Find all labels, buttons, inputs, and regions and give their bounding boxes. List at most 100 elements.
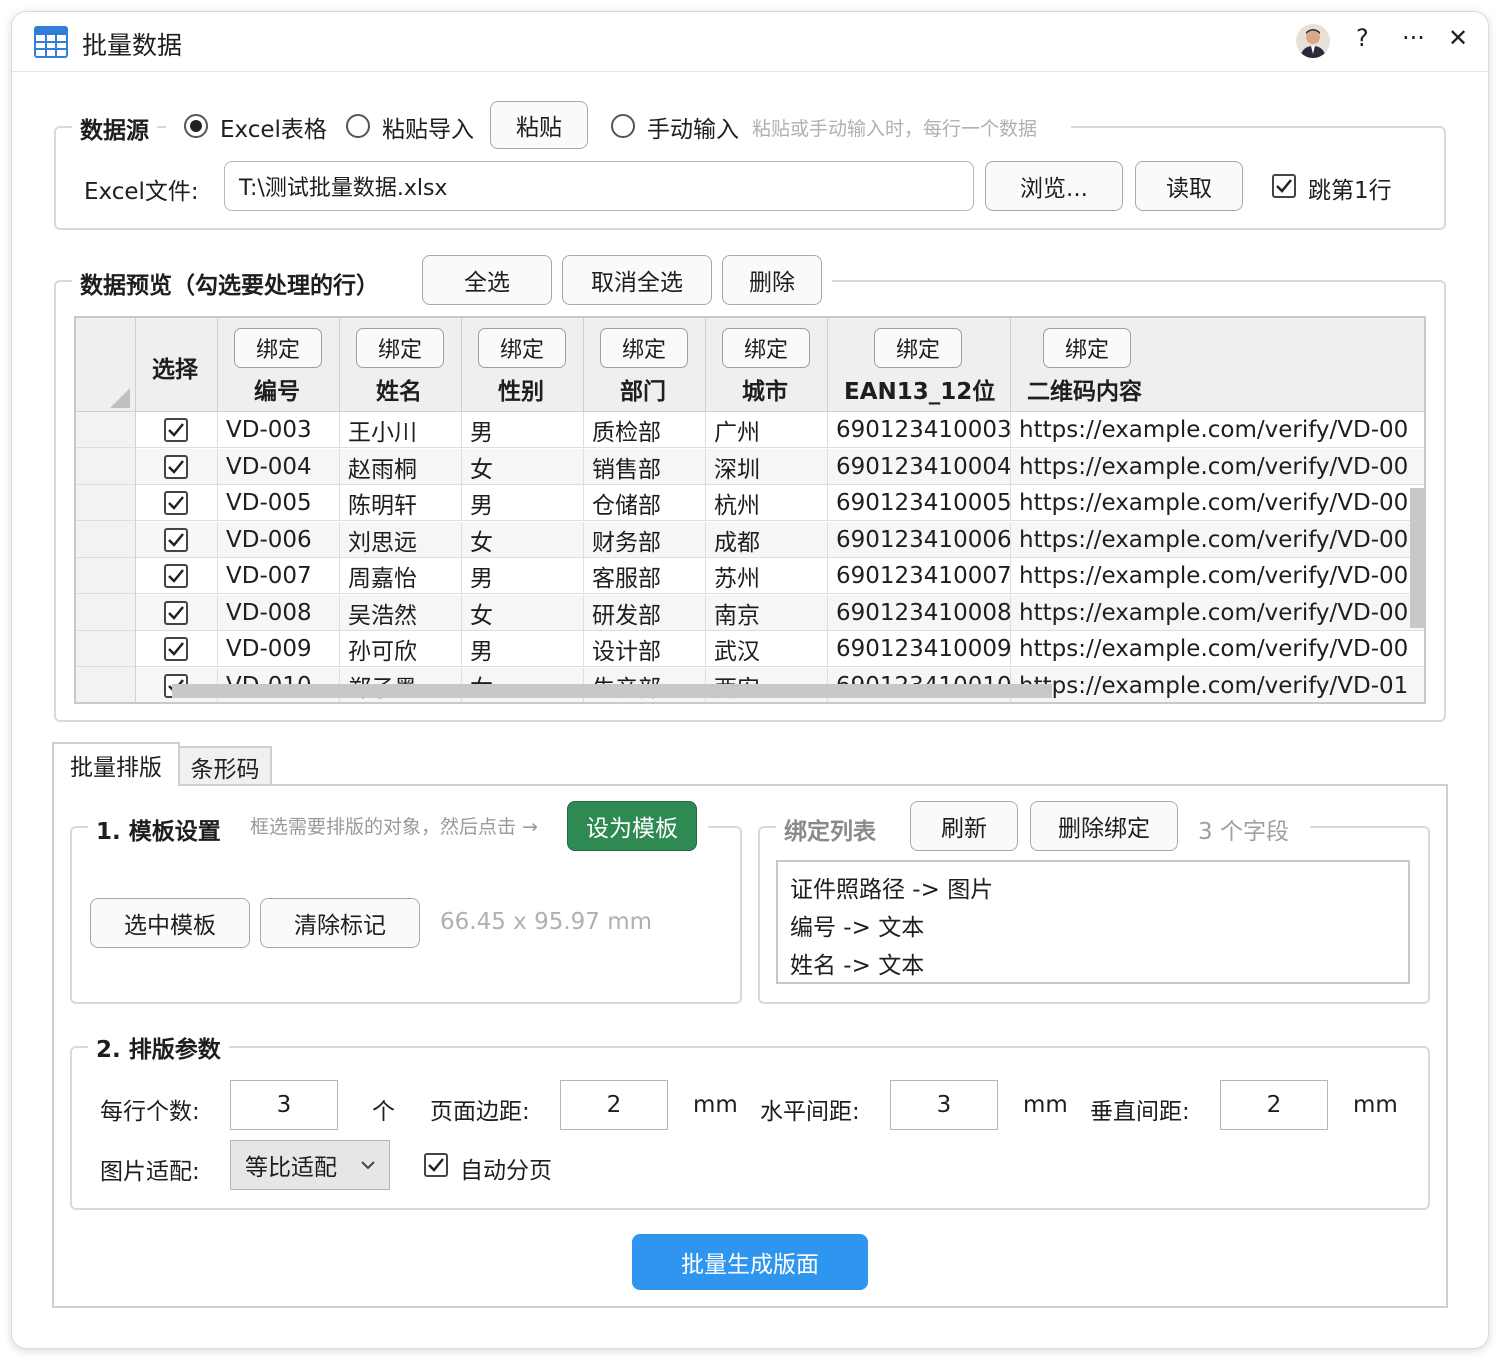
row-checkbox[interactable] [164, 564, 188, 588]
cell-name[interactable]: 陈明轩 [340, 485, 462, 521]
table-row[interactable]: VD-009 孙可欣男设计部 武汉 690123410009 https://examp… [136, 631, 1424, 667]
cell-city[interactable]: 广州 [706, 412, 828, 448]
row-checkbox[interactable] [164, 527, 188, 552]
cell-dept[interactable]: 仓储部 [584, 485, 706, 521]
radio-excel[interactable] [184, 114, 208, 138]
cell-dept[interactable]: 设计部 [584, 631, 706, 667]
list-item[interactable]: 证件照路径 -> 图片 [790, 870, 993, 904]
tab-barcode[interactable]: 条形码 [178, 746, 272, 786]
cell-qr[interactable]: https://example.com/verify/VD-01 [1011, 668, 1424, 703]
cell-id[interactable]: VD-003 [218, 412, 340, 448]
row-checkbox[interactable] [164, 491, 188, 515]
radio-paste[interactable] [346, 114, 370, 138]
bind-name-button[interactable]: 绑定 [356, 328, 444, 368]
cell-city[interactable]: 苏州 [706, 558, 828, 594]
avatar[interactable] [1296, 24, 1330, 58]
bind-id-button[interactable]: 绑定 [234, 328, 322, 368]
vertical-scrollbar[interactable] [1410, 488, 1424, 628]
cell-gender[interactable]: 男 [462, 631, 584, 667]
select-all-button[interactable]: 全选 [422, 255, 552, 305]
cell-name[interactable]: 赵雨桐 [340, 448, 462, 485]
corner-cell[interactable] [76, 318, 136, 412]
cell-ean[interactable]: 690123410008 [828, 594, 1011, 631]
browse-button[interactable]: 浏览... [985, 161, 1123, 211]
bind-qr-button[interactable]: 绑定 [1043, 328, 1131, 368]
cell-ean[interactable]: 690123410005 [828, 485, 1011, 521]
paste-button[interactable]: 粘贴 [490, 101, 588, 149]
cell-qr[interactable]: https://example.com/verify/VD-00 [1011, 558, 1424, 594]
cell-name[interactable]: 吴浩然 [340, 594, 462, 631]
per-row-input[interactable]: 3 [230, 1080, 338, 1130]
row-header[interactable] [76, 558, 136, 594]
bind-ean-button[interactable]: 绑定 [874, 328, 962, 368]
cell-id[interactable]: VD-006 [218, 521, 340, 558]
radio-manual[interactable] [611, 114, 635, 138]
row-header[interactable] [76, 448, 136, 485]
row-header[interactable] [76, 594, 136, 631]
cell-dept[interactable]: 财务部 [584, 521, 706, 558]
row-header[interactable] [76, 485, 136, 521]
set-template-button[interactable]: 设为模板 [567, 801, 697, 851]
cell-id[interactable]: VD-005 [218, 485, 340, 521]
cell-gender[interactable]: 男 [462, 412, 584, 448]
refresh-button[interactable]: 刷新 [910, 801, 1018, 851]
cell-id[interactable]: VD-007 [218, 558, 340, 594]
cell-ean[interactable]: 690123410009 [828, 631, 1011, 667]
binding-list[interactable]: 证件照路径 -> 图片 编号 -> 文本 姓名 -> 文本 [776, 860, 1410, 984]
cell-city[interactable]: 深圳 [706, 448, 828, 485]
deselect-all-button[interactable]: 取消全选 [562, 255, 712, 305]
cell-qr[interactable]: https://example.com/verify/VD-00 [1011, 412, 1424, 448]
tab-batch-layout[interactable]: 批量排版 [52, 742, 180, 786]
cell-gender[interactable]: 女 [462, 521, 584, 558]
excel-file-input[interactable]: T:\测试批量数据.xlsx [224, 161, 974, 211]
table-row[interactable]: VD-003 王小川男质检部 广州 690123410003 https://examp… [136, 412, 1424, 448]
image-fit-select[interactable]: 等比适配 [230, 1140, 390, 1190]
cell-ean[interactable]: 690123410007 [828, 558, 1011, 594]
cell-id[interactable]: VD-009 [218, 631, 340, 667]
cell-dept[interactable]: 研发部 [584, 594, 706, 631]
row-checkbox[interactable] [164, 454, 188, 479]
cell-qr[interactable]: https://example.com/verify/VD-00 [1011, 631, 1424, 667]
cell-name[interactable]: 周嘉怡 [340, 558, 462, 594]
generate-layout-button[interactable]: 批量生成版面 [632, 1234, 868, 1290]
row-checkbox[interactable] [164, 418, 188, 442]
data-grid[interactable]: 选择 绑定 编号 绑定 姓名 绑定 性别 绑定 部门 绑定 城市 绑定 EAN1… [74, 316, 1426, 704]
cell-dept[interactable]: 销售部 [584, 448, 706, 485]
cell-id[interactable]: VD-008 [218, 594, 340, 631]
skip-first-row-checkbox[interactable] [1272, 174, 1296, 198]
table-row[interactable]: VD-005 陈明轩男仓储部 杭州 690123410005 https://examp… [136, 485, 1424, 521]
cell-name[interactable]: 王小川 [340, 412, 462, 448]
delete-binding-button[interactable]: 删除绑定 [1030, 801, 1178, 851]
cell-ean[interactable]: 690123410006 [828, 521, 1011, 558]
hgap-input[interactable]: 3 [890, 1080, 998, 1130]
cell-gender[interactable]: 女 [462, 594, 584, 631]
cell-qr[interactable]: https://example.com/verify/VD-00 [1011, 485, 1424, 521]
vgap-input[interactable]: 2 [1220, 1080, 1328, 1130]
cell-city[interactable]: 武汉 [706, 631, 828, 667]
row-header[interactable] [76, 631, 136, 667]
row-header[interactable] [76, 412, 136, 448]
margin-input[interactable]: 2 [560, 1080, 668, 1130]
table-row[interactable]: VD-004 赵雨桐女销售部 深圳 690123410004 https://examp… [136, 448, 1424, 485]
cell-qr[interactable]: https://example.com/verify/VD-00 [1011, 522, 1424, 558]
cell-dept[interactable]: 客服部 [584, 558, 706, 594]
help-button[interactable]: ? [1356, 24, 1369, 52]
cell-city[interactable]: 南京 [706, 594, 828, 631]
select-template-button[interactable]: 选中模板 [90, 898, 250, 948]
bind-dept-button[interactable]: 绑定 [600, 328, 688, 368]
auto-page-checkbox[interactable] [424, 1153, 448, 1177]
row-header[interactable] [76, 521, 136, 558]
cell-gender[interactable]: 男 [462, 558, 584, 594]
cell-gender[interactable]: 女 [462, 448, 584, 485]
cell-qr[interactable]: https://example.com/verify/VD-00 [1011, 449, 1424, 485]
row-checkbox[interactable] [164, 637, 188, 661]
cell-ean[interactable]: 690123410003 [828, 412, 1011, 448]
more-button[interactable]: ··· [1402, 24, 1425, 52]
cell-name[interactable]: 刘思远 [340, 521, 462, 558]
cell-dept[interactable]: 质检部 [584, 412, 706, 448]
close-button[interactable]: ✕ [1448, 24, 1468, 52]
delete-rows-button[interactable]: 删除 [722, 255, 822, 305]
table-row[interactable]: VD-006 刘思远女财务部 成都 690123410006 https://examp… [136, 521, 1424, 558]
clear-marks-button[interactable]: 清除标记 [260, 898, 420, 948]
cell-qr[interactable]: https://example.com/verify/VD-00 [1011, 595, 1424, 631]
